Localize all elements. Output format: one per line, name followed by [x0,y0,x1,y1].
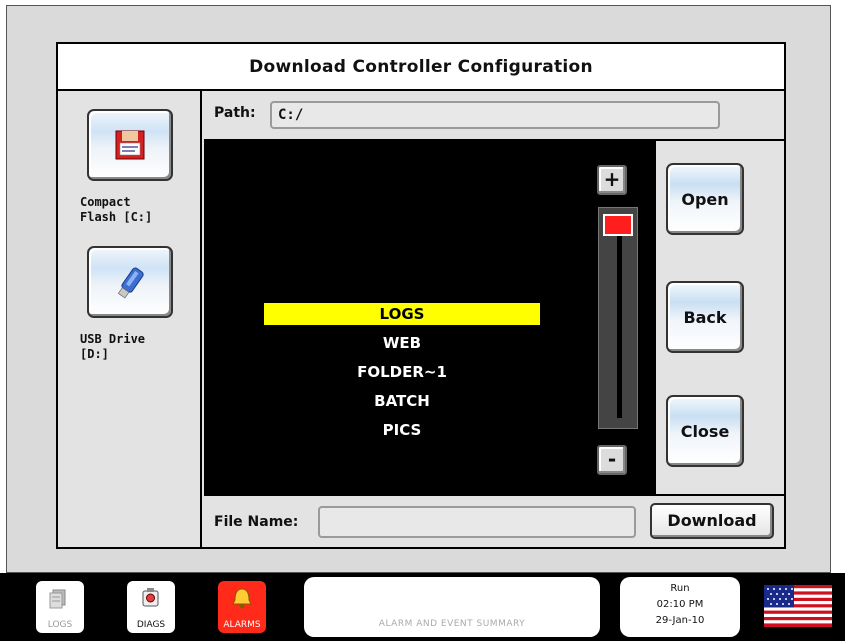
path-field[interactable]: C:/ [270,101,720,129]
taskbar: LOGS DIAGS ALARMS ALARM AND EVENT SUMMAR… [0,573,845,641]
download-config-dialog: Download Controller Configuration Compac… [56,42,786,549]
scrollbar-thumb[interactable] [603,214,633,236]
compact-flash-button[interactable] [87,109,173,181]
compact-flash-label: Compact Flash [C:] [80,195,153,224]
alarm-event-summary[interactable]: ALARM AND EVENT SUMMARY [304,577,600,637]
run-state: Run [670,583,690,594]
path-label: Path: [214,105,256,121]
list-item-batch[interactable]: BATCH [264,390,540,412]
compact-flash-icon [115,130,145,160]
path-row: Path: C:/ [204,91,784,141]
close-button[interactable]: Close [666,395,744,467]
diags-label: DIAGS [136,620,166,630]
open-button[interactable]: Open [666,163,744,235]
diags-button[interactable]: DIAGS [127,581,175,633]
dialog-title: Download Controller Configuration [58,44,784,91]
us-flag-icon[interactable] [764,585,832,627]
diags-icon [142,588,159,607]
summary-label: ALARM AND EVENT SUMMARY [378,619,526,629]
list-item-web[interactable]: WEB [264,332,540,354]
file-list[interactable]: LOGS WEB FOLDER~1 BATCH PICS + - [204,141,654,494]
file-name-field[interactable] [318,506,636,538]
logs-button[interactable]: LOGS [36,581,84,633]
alarms-button[interactable]: ALARMS [218,581,266,633]
screen: Download Controller Configuration Compac… [6,5,831,573]
scrollbar-track[interactable] [598,207,638,429]
file-name-label: File Name: [214,514,299,530]
drive-panel: Compact Flash [C:] USB Drive [D:] [58,91,202,547]
alarms-label: ALARMS [223,620,261,630]
usb-drive-icon [117,267,144,299]
scroll-up-button[interactable]: + [597,165,627,195]
list-item-folder-1[interactable]: FOLDER~1 [264,361,540,383]
action-panel: Open Back Close [654,141,784,494]
list-item-logs[interactable]: LOGS [264,303,540,325]
scroll-down-button[interactable]: - [597,445,627,475]
download-button[interactable]: Download [650,503,774,539]
back-button[interactable]: Back [666,281,744,353]
file-name-row: File Name: Download [204,494,784,547]
logs-label: LOGS [47,620,73,630]
scrollbar-slot [617,218,622,418]
usb-drive-label: USB Drive [D:] [80,332,146,361]
logs-icon [49,589,66,609]
clock-date: 29-Jan-10 [655,615,705,626]
bell-icon [232,588,252,609]
list-item-pics[interactable]: PICS [264,419,540,441]
status-panel: Run 02:10 PM 29-Jan-10 [620,577,740,637]
clock-time: 02:10 PM [656,599,704,610]
usb-drive-button[interactable] [87,246,173,318]
